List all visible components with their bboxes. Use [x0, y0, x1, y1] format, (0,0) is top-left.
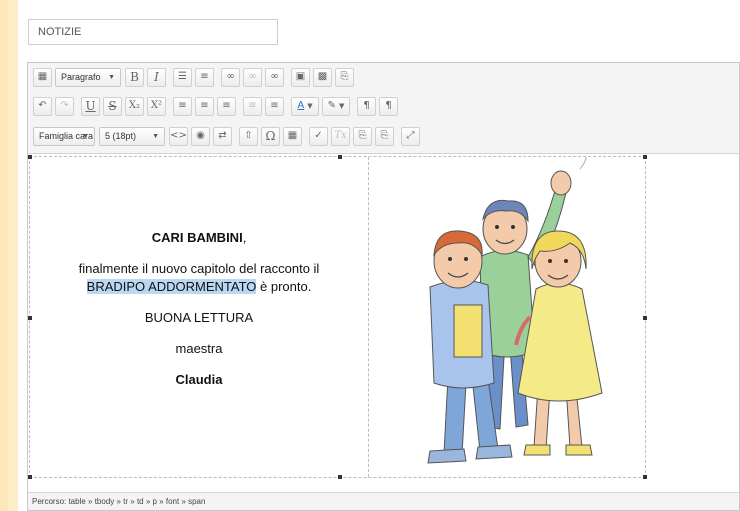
- indent-icon[interactable]: ≡: [265, 96, 284, 116]
- chevron-down-icon: ▼: [307, 101, 313, 110]
- find-replace-icon[interactable]: ◉: [191, 126, 210, 146]
- format-select[interactable]: Paragrafo ▼: [55, 67, 121, 87]
- chevron-down-icon: ▼: [152, 132, 159, 140]
- image-icon[interactable]: ▣: [291, 67, 310, 87]
- paste-text-icon[interactable]: ⎘: [353, 126, 372, 146]
- highlight-pen-icon: ✎: [327, 100, 336, 111]
- code-icon[interactable]: <>: [169, 126, 188, 146]
- element-path: Percorso: table » tbody » tr » td » p » …: [32, 497, 206, 506]
- outdent-icon[interactable]: ≡: [243, 96, 262, 116]
- page-background: NOTIZIE ▦ Paragrafo ▼ B I ☰ ≡ ∞ ∞ ∞ ▣ ▩ …: [8, 0, 740, 511]
- resize-handle[interactable]: [338, 475, 342, 479]
- highlight-color-button[interactable]: ✎ ▼: [322, 96, 350, 116]
- italic-button[interactable]: I: [147, 67, 166, 87]
- greeting-comma: ,: [242, 230, 247, 245]
- font-size-label: 5 (18pt): [105, 131, 137, 141]
- align-right-icon[interactable]: ≡: [217, 96, 236, 116]
- teacher-title: maestra: [175, 341, 223, 356]
- special-char-button[interactable]: Ω: [261, 126, 280, 146]
- toolbar-row-3: Famiglia cara ▼ 5 (18pt) ▼ <> ◉ ⇄ ⇧ Ω ▦: [33, 125, 423, 147]
- resize-handle[interactable]: [338, 155, 342, 159]
- align-left-icon[interactable]: ≡: [173, 96, 192, 116]
- underline-button[interactable]: U: [81, 96, 100, 116]
- char-spacing-icon[interactable]: ⇄: [213, 126, 232, 146]
- paragraph-rtl-button[interactable]: ¶: [379, 96, 398, 116]
- link-icon[interactable]: ∞: [221, 67, 240, 87]
- redo-icon[interactable]: ↷: [55, 96, 74, 116]
- format-select-label: Paragrafo: [61, 72, 101, 82]
- anchor-link-icon[interactable]: ∞: [265, 67, 284, 87]
- table-icon[interactable]: ▦: [283, 126, 302, 146]
- spellcheck-icon[interactable]: ✓: [309, 126, 328, 146]
- font-family-select[interactable]: Famiglia cara ▼: [33, 126, 95, 146]
- chevron-down-icon: ▼: [339, 101, 345, 110]
- editor-statusbar: Percorso: table » tbody » tr » td » p » …: [28, 492, 739, 510]
- children-illustration[interactable]: [370, 152, 647, 479]
- table-column-divider: [368, 157, 369, 477]
- paragraph-ltr-button[interactable]: ¶: [357, 96, 376, 116]
- align-center-icon[interactable]: ≡: [195, 96, 214, 116]
- editor-toolbar: ▦ Paragrafo ▼ B I ☰ ≡ ∞ ∞ ∞ ▣ ▩ ⎘ ↶ ↷ U …: [28, 63, 739, 154]
- resize-handle[interactable]: [28, 475, 32, 479]
- toolbar-row-1: ▦ Paragrafo ▼ B I ☰ ≡ ∞ ∞ ∞ ▣ ▩ ⎘: [33, 66, 357, 88]
- upload-icon[interactable]: ⇧: [239, 126, 258, 146]
- chevron-down-icon: ▼: [108, 73, 115, 81]
- undo-icon[interactable]: ↶: [33, 96, 52, 116]
- resize-handle[interactable]: [28, 155, 32, 159]
- announcement-line: finalmente il nuovo capitolo del raccont…: [78, 261, 320, 276]
- text-color-button[interactable]: A ▼: [291, 96, 319, 116]
- subscript-button[interactable]: X₂: [125, 96, 144, 116]
- table-cell-text[interactable]: CARI BAMBINI, finalmente il nuovo capito…: [30, 229, 368, 402]
- unlink-icon[interactable]: ∞: [243, 67, 262, 87]
- bold-button[interactable]: B: [125, 67, 144, 87]
- title-input[interactable]: NOTIZIE: [28, 19, 278, 45]
- announcement-tail: è pronto.: [256, 279, 312, 294]
- children-illustration-svg: [427, 152, 603, 464]
- greeting-heading: CARI BAMBINI: [151, 230, 243, 245]
- text-color-label: A: [297, 100, 305, 111]
- bullet-list-icon[interactable]: ☰: [173, 67, 192, 87]
- paste-word-icon[interactable]: ⎘: [375, 126, 394, 146]
- numbered-list-icon[interactable]: ≡: [195, 67, 214, 87]
- selected-text: BRADIPO ADDORMENTATO: [86, 279, 257, 294]
- reading-wish: BUONA LETTURA: [144, 310, 254, 325]
- teacher-name: Claudia: [175, 372, 223, 387]
- strikethrough-button[interactable]: S: [103, 96, 122, 116]
- toolbar-row-2: ↶ ↷ U S X₂ X² ≡ ≡ ≡ ≡ ≡ A ▼ ✎ ▼ ¶ ¶: [33, 95, 401, 117]
- fullscreen-icon[interactable]: ⤢: [401, 126, 420, 146]
- rich-text-editor: ▦ Paragrafo ▼ B I ☰ ≡ ∞ ∞ ∞ ▣ ▩ ⎘ ↶ ↷ U …: [27, 62, 740, 511]
- clear-format-button[interactable]: Tx: [331, 126, 350, 146]
- editor-content-area[interactable]: CARI BAMBINI, finalmente il nuovo capito…: [28, 152, 739, 493]
- chevron-down-icon: ▼: [82, 132, 89, 140]
- content-table[interactable]: CARI BAMBINI, finalmente il nuovo capito…: [28, 152, 647, 479]
- font-size-select[interactable]: 5 (18pt) ▼: [99, 126, 165, 146]
- media-icon[interactable]: ▩: [313, 67, 332, 87]
- paste-icon[interactable]: ⎘: [335, 67, 354, 87]
- content-panel: NOTIZIE ▦ Paragrafo ▼ B I ☰ ≡ ∞ ∞ ∞ ▣ ▩ …: [18, 0, 740, 511]
- superscript-button[interactable]: X²: [147, 96, 166, 116]
- toggle-toolbar-icon[interactable]: ▦: [33, 67, 52, 87]
